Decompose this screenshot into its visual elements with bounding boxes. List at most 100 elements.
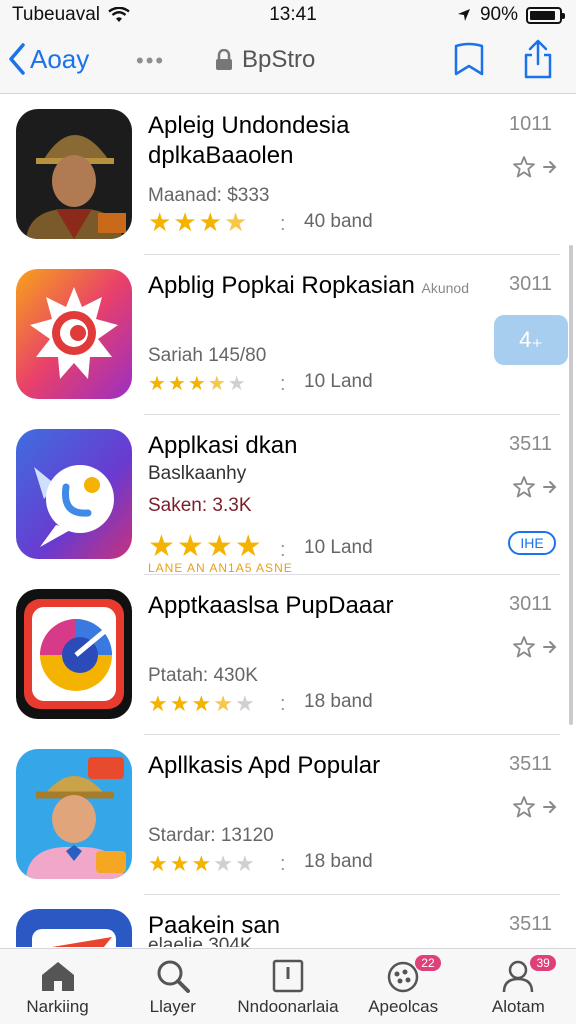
star-outline-icon [513, 156, 535, 178]
rating-separator: : [280, 693, 286, 715]
star-icon: ★ [213, 691, 233, 716]
favorite-button[interactable] [512, 635, 558, 659]
app-icon-man-hat[interactable] [16, 749, 132, 879]
star-icon: ★ [169, 691, 190, 716]
share-icon [524, 39, 552, 79]
tab-label: Llayer [149, 997, 196, 1016]
rating-separator: : [280, 373, 286, 395]
get-button[interactable]: 4₊ [494, 315, 568, 365]
star-icon: ★ [198, 207, 222, 237]
tab-llayer[interactable]: Llayer [115, 959, 230, 1017]
tab-label: Nndoonarlaia [237, 997, 339, 1016]
carrier-label: Tubeuaval [12, 4, 101, 25]
tab-apeolcas[interactable]: Apeolcas 22 [346, 955, 461, 1017]
app-row[interactable]: Apleig Undondesia dplkaBaaolen Maanad: $… [0, 95, 576, 255]
status-bar: Tubeuaval 13:41 90% [0, 0, 576, 30]
app-title[interactable]: Apllkasis Apd Popular [148, 751, 478, 781]
app-rank: 3511 [508, 913, 552, 935]
man-hat-icon [16, 749, 132, 879]
app-rank: 3011 [508, 273, 552, 295]
app-row[interactable]: Apllkasis Apd Popular Stardar: 13120 ★ ★… [0, 735, 576, 895]
star-rating: ★ ★ ★ ★ [148, 529, 262, 564]
app-title[interactable]: Applkasi dkan [148, 431, 478, 461]
app-title-suffix: Akunod [421, 280, 469, 296]
app-icon-swirl[interactable] [16, 589, 132, 719]
status-left: Tubeuaval [12, 4, 130, 26]
star-rating: ★ ★ ★ ★ [148, 207, 247, 238]
app-icon-flag[interactable] [16, 909, 132, 947]
notification-badge: 39 [530, 955, 556, 971]
star-icon: ★ [148, 207, 172, 237]
rating-separator: : [280, 853, 286, 875]
bird-icon [16, 429, 132, 559]
tab-nndoonarlaia[interactable]: Nndoonarlaia [230, 959, 345, 1017]
app-subtitle: Ptatah: 430K [148, 665, 258, 686]
rating-count: 10 Land [304, 537, 373, 558]
rating-count: 40 band [304, 211, 373, 232]
star-icon: ★ [234, 530, 262, 563]
tab-label: Alotam [491, 997, 545, 1016]
star-icon: ★ [148, 851, 168, 876]
app-icon-bird[interactable] [16, 429, 132, 559]
bookmark-button[interactable] [452, 40, 486, 85]
app-title[interactable]: Apleig Undondesia dplkaBaaolen [148, 111, 478, 171]
app-rank: 3511 [508, 433, 552, 455]
star-outline-icon [513, 476, 535, 498]
star-icon: ★ [207, 373, 226, 395]
back-button[interactable]: Aoay [8, 42, 89, 76]
scroll-indicator[interactable] [569, 245, 573, 725]
arrow-right-icon [543, 161, 557, 173]
app-subtitle: Maanad: $333 [148, 185, 270, 206]
status-right: 90% [456, 4, 565, 26]
back-label: Aoay [30, 43, 90, 74]
favorite-button[interactable] [512, 155, 558, 179]
star-icon: ★ [148, 373, 166, 395]
share-button[interactable] [522, 38, 554, 85]
rating-count: 18 band [304, 691, 373, 712]
app-subtitle: Stardar: 13120 [148, 825, 274, 846]
star-icon: ★ [191, 691, 212, 716]
star-icon: ★ [205, 530, 233, 563]
favorite-button[interactable] [512, 795, 558, 819]
app-subtitle: Sariah 145/80 [148, 345, 267, 366]
app-rank: 1011 [508, 113, 552, 135]
app-icon-sunburst[interactable] [16, 269, 132, 399]
app-row[interactable]: Apblig Popkai Ropkasian Akunod Sariah 14… [0, 255, 576, 415]
star-rating: ★ ★ ★ ★ ★ [148, 371, 246, 396]
star-icon: ★ [223, 207, 248, 237]
app-title-text: Apblig Popkai Ropkasian [148, 272, 415, 299]
app-row[interactable]: Apptkaaslsa PupDaaar Ptatah: 430K ★ ★ ★ … [0, 575, 576, 735]
swirl-icon [16, 589, 132, 719]
star-icon: ★ [148, 530, 175, 563]
rating-count: 10 Land [304, 371, 373, 392]
star-outline-icon [513, 636, 535, 658]
app-title[interactable]: Apblig Popkai Ropkasian Akunod [148, 271, 478, 303]
search-icon [157, 960, 190, 993]
more-dots[interactable]: ••• [136, 48, 165, 74]
tab-narkiing[interactable]: Narkiing [0, 959, 115, 1017]
arrow-right-icon [543, 481, 557, 493]
app-title[interactable]: Apptkaaslsa PupDaaar [148, 591, 478, 621]
star-rating: ★ ★ ★ ★ ★ [148, 691, 255, 717]
notification-badge: 22 [415, 955, 441, 971]
star-icon: ★ [234, 851, 255, 876]
get-pill-button[interactable]: IHE [508, 531, 556, 555]
app-row[interactable]: Paakein san elaelie 304K 3511 [0, 895, 576, 947]
app-row[interactable]: Applkasi dkan Baslkaanhy Saken: 3.3K ★ ★… [0, 415, 576, 575]
favorite-button[interactable] [512, 475, 558, 499]
app-list[interactable]: Apleig Undondesia dplkaBaaolen Maanad: $… [0, 95, 576, 947]
app-icon-portrait[interactable] [16, 109, 132, 239]
star-icon: ★ [167, 373, 186, 395]
rating-separator: : [280, 539, 286, 561]
star-icon: ★ [148, 691, 168, 716]
battery-icon [525, 6, 565, 24]
bookmark-icon [454, 42, 484, 76]
app-subtitle: elaelie 304K [148, 935, 253, 947]
star-icon: ★ [169, 851, 190, 876]
star-icon: ★ [234, 691, 255, 716]
app-line2: Baslkaanhy [148, 463, 247, 484]
nav-bar: Aoay ••• BpStro [0, 30, 576, 94]
tab-alotam[interactable]: Alotam 39 [461, 955, 576, 1017]
wifi-icon [108, 7, 130, 22]
tab-label: Narkiing [26, 997, 89, 1016]
